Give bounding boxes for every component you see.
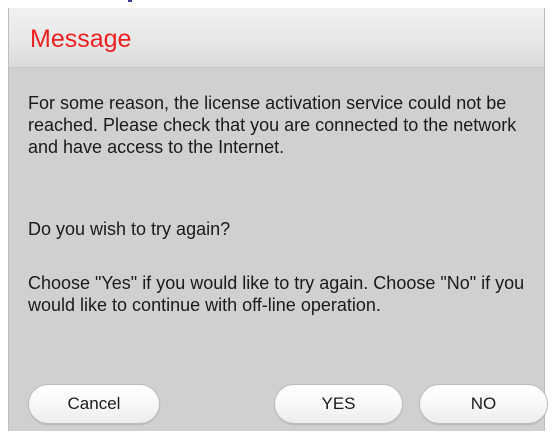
message-paragraph-question: Do you wish to try again?: [28, 219, 231, 239]
page: Message For some reason, the license act…: [0, 0, 553, 439]
message-paragraph-connection: For some reason, the license activation …: [28, 93, 517, 157]
dialog-title: Message: [30, 25, 132, 53]
message-dialog: Message For some reason, the license act…: [8, 8, 548, 431]
dialog-header: Message: [9, 8, 544, 68]
no-button[interactable]: NO: [419, 384, 548, 424]
message-paragraph-instructions: Choose "Yes" if you would like to try ag…: [28, 273, 525, 315]
window-edge-mark: [128, 0, 132, 2]
cancel-button[interactable]: Cancel: [28, 384, 160, 424]
yes-button[interactable]: YES: [274, 384, 403, 424]
